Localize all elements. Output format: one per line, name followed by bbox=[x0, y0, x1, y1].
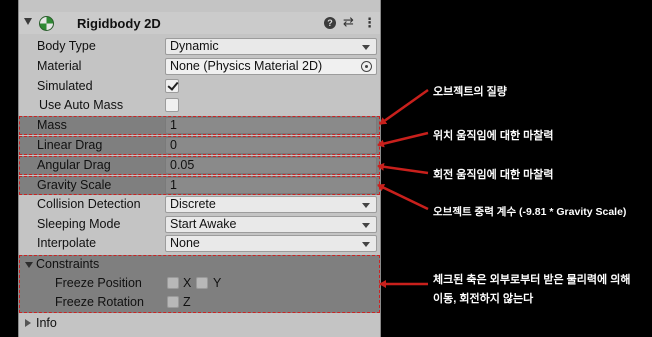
mass-row: Mass 1 bbox=[19, 116, 380, 135]
simulated-checkbox[interactable] bbox=[165, 79, 179, 93]
mass-label: Mass bbox=[37, 118, 67, 132]
object-picker-icon[interactable] bbox=[361, 61, 372, 72]
use-auto-mass-checkbox[interactable] bbox=[165, 98, 179, 112]
freeze-position-x-checkbox[interactable] bbox=[167, 277, 179, 289]
material-label: Material bbox=[37, 59, 82, 73]
linear-drag-row: Linear Drag 0 bbox=[19, 136, 380, 155]
info-label: Info bbox=[36, 316, 57, 330]
constraints-label: Constraints bbox=[36, 257, 100, 271]
interpolate-row: Interpolate None bbox=[19, 234, 380, 253]
angular-drag-row: Angular Drag 0.05 bbox=[19, 156, 380, 175]
constraints-annotation-line1: 체크된 축은 외부로부터 받은 물리력에 의해 bbox=[433, 274, 631, 286]
preset-icon[interactable]: ⇄ bbox=[343, 14, 354, 30]
linear-drag-input[interactable]: 0 bbox=[165, 137, 377, 154]
angular-drag-label: Angular Drag bbox=[37, 158, 111, 172]
freeze-position-row: Freeze Position X Y bbox=[19, 274, 380, 293]
more-options-icon[interactable]: ⋮ bbox=[363, 15, 376, 31]
mass-annotation: 오브젝트의 질량 bbox=[433, 86, 507, 98]
collision-detection-value: Discrete bbox=[170, 197, 216, 211]
collision-detection-label: Collision Detection bbox=[37, 197, 141, 211]
dropdown-arrow-icon bbox=[362, 223, 370, 228]
fold-closed-icon[interactable] bbox=[25, 319, 31, 327]
mass-arrow bbox=[379, 88, 429, 126]
collision-detection-dropdown[interactable]: Discrete bbox=[165, 196, 377, 213]
constraints-section: Constraints Freeze Position X Y Freeze R… bbox=[19, 255, 380, 313]
linear-drag-annotation: 위치 움직임에 대한 마찰력 bbox=[433, 130, 554, 142]
angular-drag-input[interactable]: 0.05 bbox=[165, 157, 377, 174]
material-row: Material None (Physics Material 2D) bbox=[19, 57, 380, 76]
freeze-position-label: Freeze Position bbox=[55, 276, 142, 290]
dropdown-arrow-icon bbox=[362, 242, 370, 247]
interpolate-dropdown[interactable]: None bbox=[165, 235, 377, 252]
interpolate-label: Interpolate bbox=[37, 236, 97, 250]
freeze-rotation-z-checkbox[interactable] bbox=[167, 296, 179, 308]
sleeping-mode-row: Sleeping Mode Start Awake bbox=[19, 215, 380, 234]
fold-open-icon[interactable] bbox=[25, 262, 33, 268]
angular-drag-arrow bbox=[377, 162, 429, 175]
use-auto-mass-row: Use Auto Mass bbox=[19, 96, 380, 115]
linear-drag-arrow bbox=[377, 131, 429, 148]
freeze-position-y-label: Y bbox=[213, 276, 222, 290]
freeze-position-y-checkbox[interactable] bbox=[196, 277, 208, 289]
sleeping-mode-value: Start Awake bbox=[170, 217, 237, 231]
simulated-row: Simulated bbox=[19, 77, 380, 96]
component-title: Rigidbody 2D bbox=[77, 16, 161, 31]
freeze-position-x-label: X bbox=[183, 276, 192, 290]
collision-detection-row: Collision Detection Discrete bbox=[19, 195, 380, 214]
freeze-rotation-label: Freeze Rotation bbox=[55, 295, 144, 309]
constraints-foldout[interactable]: Constraints bbox=[19, 255, 380, 274]
dropdown-arrow-icon bbox=[362, 45, 370, 50]
body-type-row: Body Type Dynamic bbox=[19, 37, 380, 56]
dropdown-arrow-icon bbox=[362, 203, 370, 208]
mass-input[interactable]: 1 bbox=[165, 117, 377, 134]
simulated-label: Simulated bbox=[37, 79, 93, 93]
freeze-rotation-z-label: Z bbox=[183, 295, 191, 309]
gravity-scale-label: Gravity Scale bbox=[37, 178, 112, 192]
rigidbody2d-component-icon bbox=[39, 16, 54, 31]
material-value: None (Physics Material 2D) bbox=[170, 59, 323, 73]
body-type-dropdown[interactable]: Dynamic bbox=[165, 38, 377, 55]
angular-drag-annotation: 회전 움직임에 대한 마찰력 bbox=[433, 169, 554, 181]
gravity-scale-annotation: 오브젝트 중력 계수 (-9.81 * Gravity Scale) bbox=[433, 206, 627, 218]
gravity-scale-arrow bbox=[377, 183, 429, 211]
fold-arrow-icon[interactable] bbox=[24, 18, 32, 25]
material-object-field[interactable]: None (Physics Material 2D) bbox=[165, 58, 377, 75]
interpolate-value: None bbox=[170, 236, 200, 250]
sleeping-mode-dropdown[interactable]: Start Awake bbox=[165, 216, 377, 233]
component-header[interactable]: Rigidbody 2D ? ⇄ ⋮ bbox=[19, 12, 380, 34]
use-auto-mass-label: Use Auto Mass bbox=[39, 98, 124, 112]
help-icon[interactable]: ? bbox=[324, 17, 336, 29]
constraints-annotation-line2: 이동, 회전하지 않는다 bbox=[433, 293, 534, 305]
gravity-scale-row: Gravity Scale 1 bbox=[19, 176, 380, 195]
body-type-value: Dynamic bbox=[170, 39, 219, 53]
linear-drag-label: Linear Drag bbox=[37, 138, 103, 152]
body-type-label: Body Type bbox=[37, 39, 96, 53]
sleeping-mode-label: Sleeping Mode bbox=[37, 217, 121, 231]
rigidbody2d-inspector: Rigidbody 2D ? ⇄ ⋮ Body Type Dynamic Mat… bbox=[18, 0, 381, 337]
info-foldout[interactable]: Info bbox=[19, 314, 380, 333]
freeze-rotation-row: Freeze Rotation Z bbox=[19, 293, 380, 312]
gravity-scale-input[interactable]: 1 bbox=[165, 177, 377, 194]
